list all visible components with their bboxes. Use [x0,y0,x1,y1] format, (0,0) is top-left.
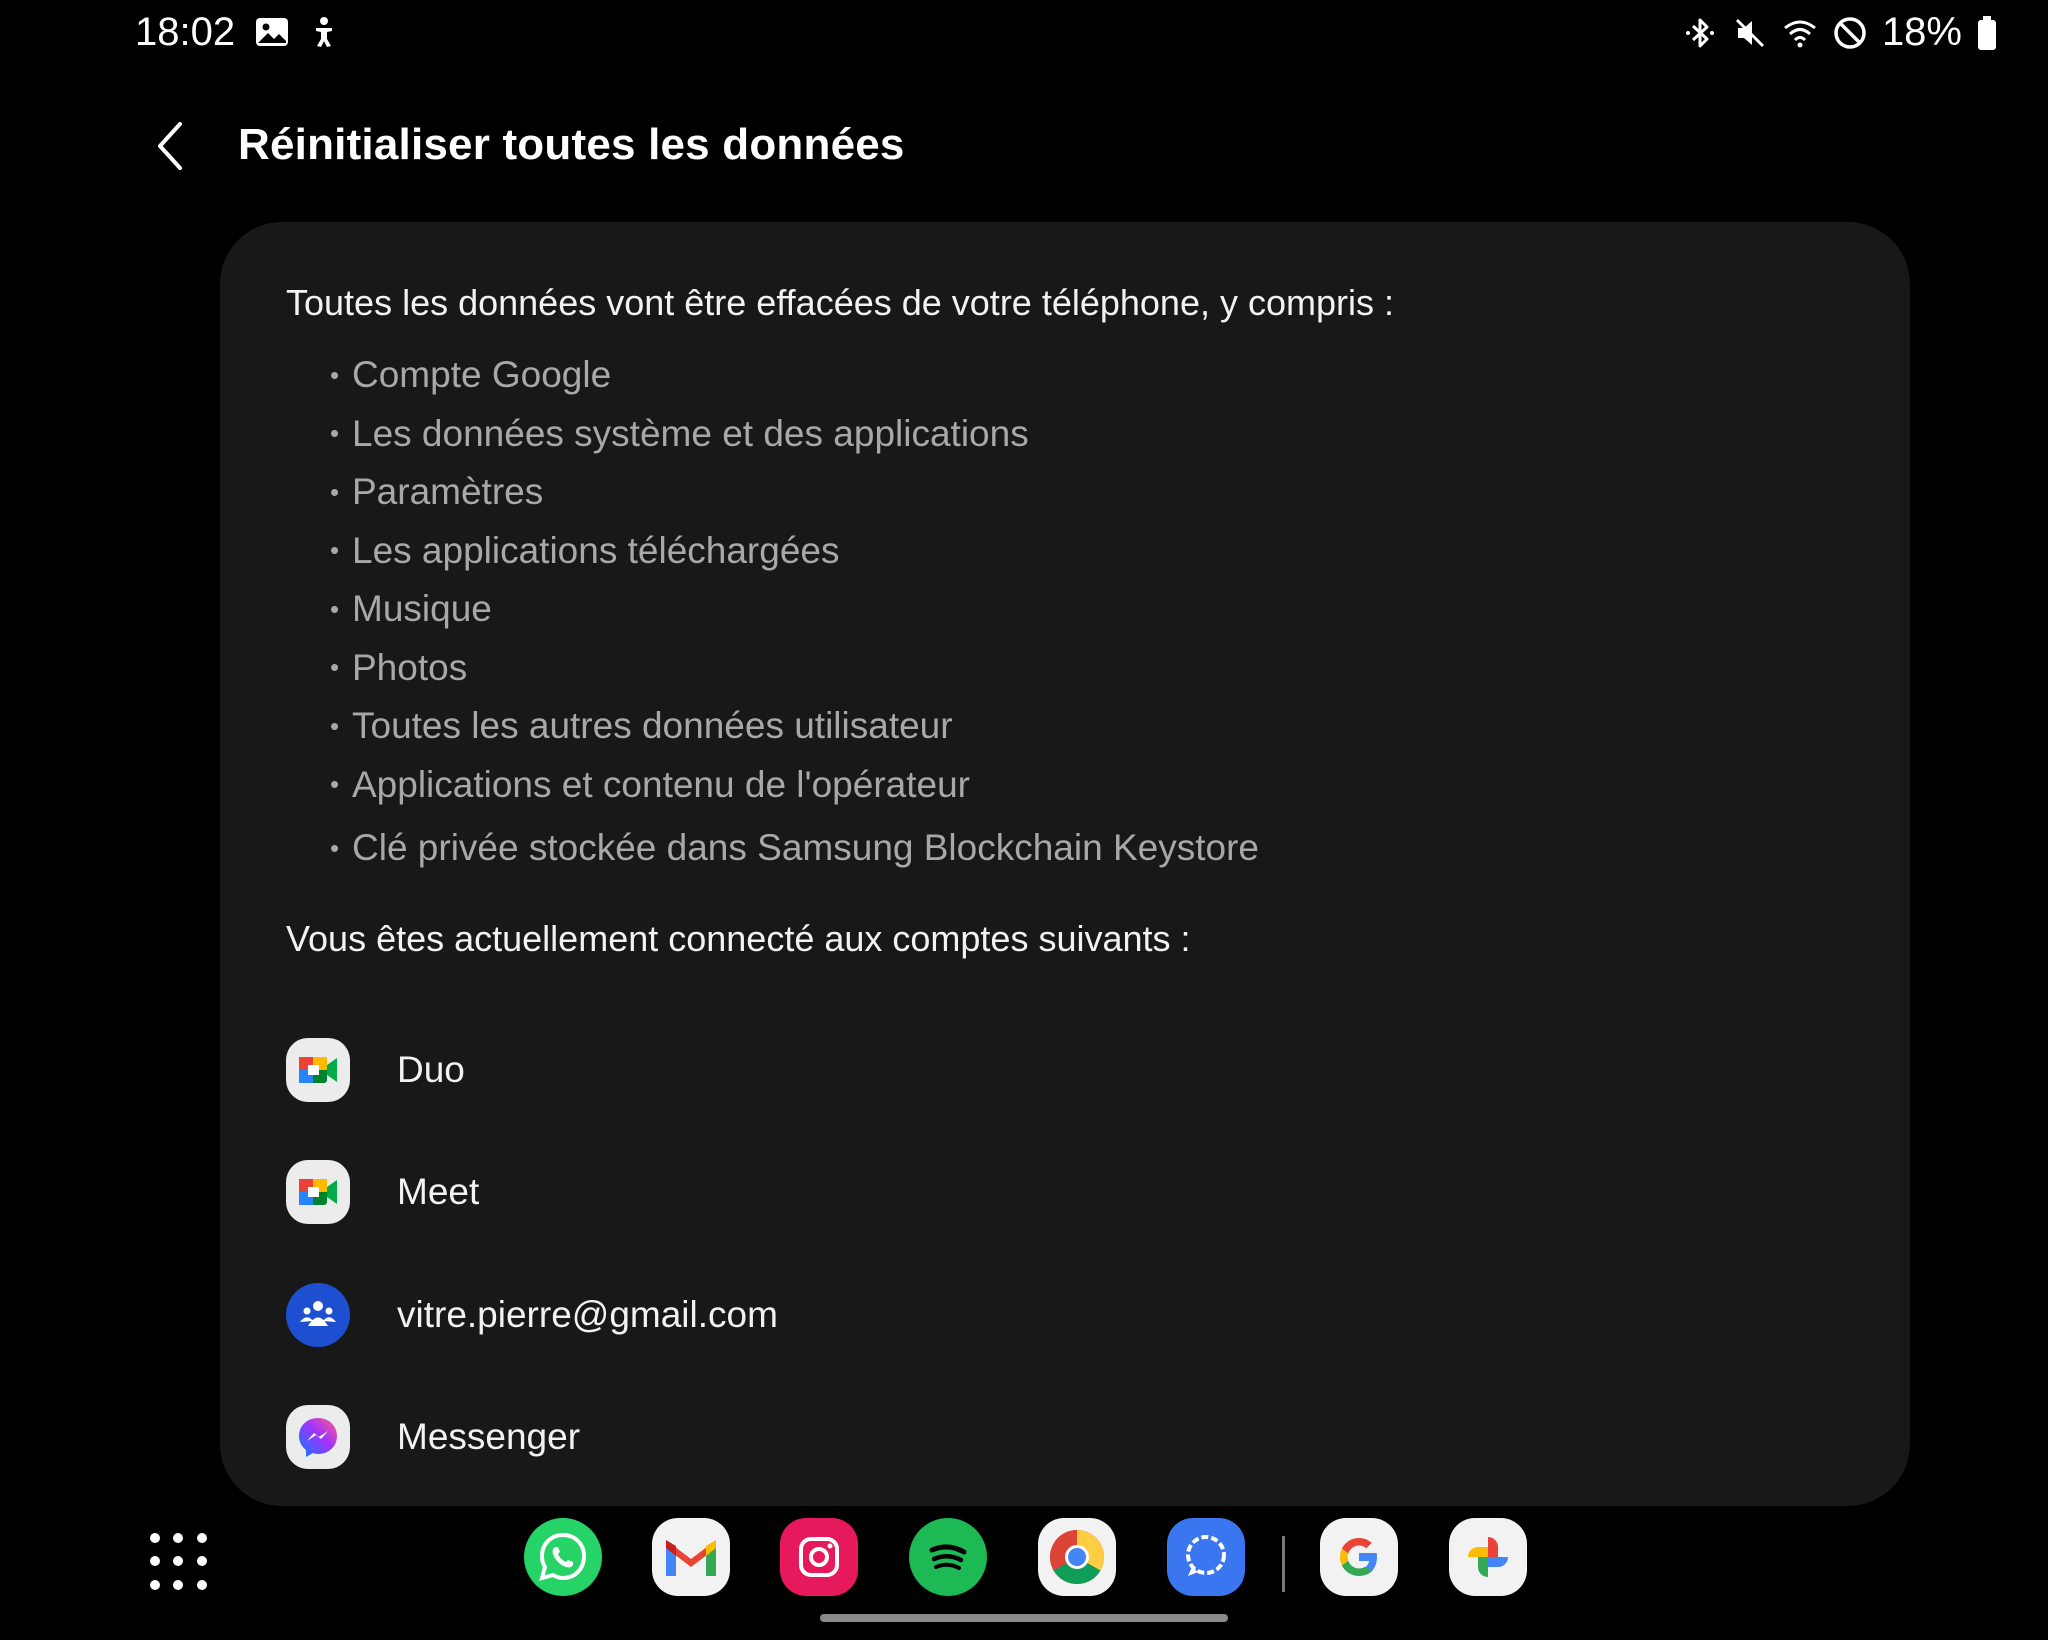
do-not-disturb-icon [1834,16,1866,49]
list-item: • Paramètres [330,463,1259,522]
list-item-label: Toutes les autres données utilisateur [352,705,953,747]
bullet: • [330,476,340,507]
list-item: • Musique [330,580,1259,639]
list-item: • Les applications téléchargées [330,522,1259,581]
account-family-link[interactable]: vitre.pierre@gmail.com [286,1275,1786,1355]
signal-icon[interactable] [1167,1518,1245,1596]
account-messenger[interactable]: Messenger [286,1397,1786,1477]
home-indicator[interactable] [820,1614,1228,1622]
wifi-icon [1784,20,1816,47]
instagram-icon[interactable] [780,1518,858,1596]
list-item-label: Musique [352,588,492,630]
gallery-icon [256,18,288,46]
wipe-items-list: • Compte Google • Les données système et d… [330,346,1259,878]
bullet: • [330,710,340,741]
battery-percent: 18% [1881,10,1962,54]
bullet: • [330,535,340,566]
list-item-label: Compte Google [352,354,612,396]
messenger-icon [286,1405,350,1469]
bullet: • [330,593,340,624]
list-item: • Toutes les autres données utilisateur [330,697,1259,756]
accessibility-icon [316,17,332,47]
page-title: Réinitialiser toutes les données [238,120,905,169]
bullet: • [330,769,340,800]
list-item: • Applications et contenu de l'opérateur [330,756,1259,815]
accounts-intro-text: Vous êtes actuellement connecté aux comp… [286,918,1191,959]
mute-icon [1735,18,1764,47]
chrome-icon[interactable] [1038,1518,1116,1596]
list-item: • Clé privée stockée dans Samsung Blockch… [330,819,1259,878]
chevron-left-icon [158,122,182,170]
list-item: • Compte Google [330,346,1259,405]
spotify-icon[interactable] [909,1518,987,1596]
list-item-label: Les applications téléchargées [352,529,840,571]
bluetooth-icon [1685,18,1714,47]
list-item: • Photos [330,639,1259,698]
google-meet-icon [286,1038,350,1102]
battery-icon [1978,15,1996,50]
wipe-intro-text: Toutes les données vont être effacées de… [286,282,1395,323]
account-label: Meet [397,1171,480,1212]
status-left-icons [254,14,342,50]
google-meet-icon [286,1160,350,1224]
bullet: • [330,832,340,863]
account-label: vitre.pierre@gmail.com [397,1294,778,1335]
list-item-label: Paramètres [352,471,544,513]
taskbar-dock [0,1508,2048,1640]
status-bar: 18:02 18% [0,0,2048,70]
gmail-icon[interactable] [652,1518,730,1596]
family-link-icon [286,1283,350,1347]
account-label: Duo [397,1049,465,1090]
list-item-label: Applications et contenu de l'opérateur [352,763,970,805]
app-bar: Réinitialiser toutes les données [0,100,2048,190]
list-item-label: Photos [352,646,468,688]
account-duo[interactable]: Duo [286,1030,1786,1110]
content-card[interactable]: Toutes les données vont être effacées de… [220,222,1910,1506]
whatsapp-icon[interactable] [524,1518,602,1596]
status-time: 18:02 [135,10,236,54]
list-item: • Les données système et des applications [330,405,1259,464]
bullet: • [330,652,340,683]
app-drawer-button[interactable] [150,1533,210,1593]
bullet: • [330,359,340,390]
account-meet[interactable]: Meet [286,1152,1786,1232]
list-item-label: Clé privée stockée dans Samsung Blockcha… [352,827,1259,869]
dock-divider [1282,1536,1285,1592]
google-icon[interactable] [1320,1518,1398,1596]
account-label: Messenger [397,1416,581,1457]
list-item-label: Les données système et des applications [352,412,1029,454]
status-right-icons: 18% [1682,10,1998,55]
google-photos-icon[interactable] [1449,1518,1527,1596]
back-button[interactable] [140,116,200,176]
bullet: • [330,418,340,449]
